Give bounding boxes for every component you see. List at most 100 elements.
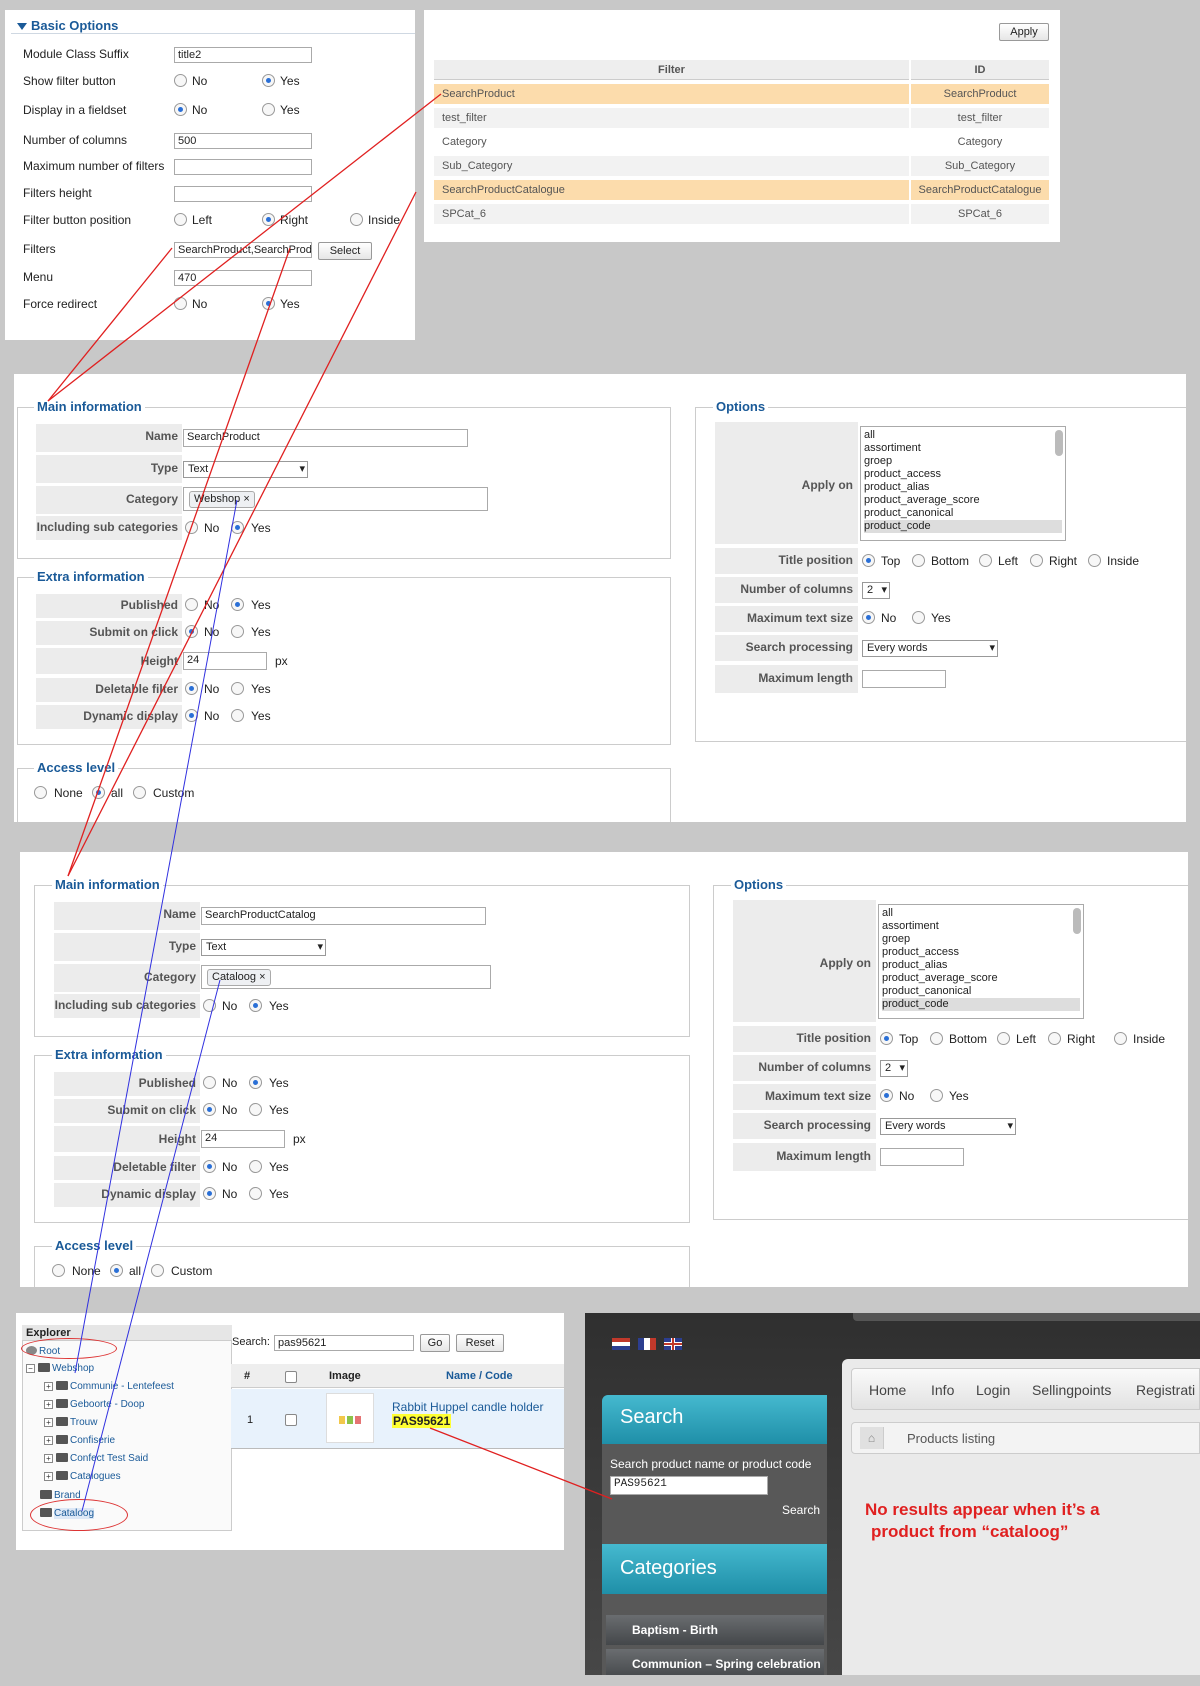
listbox-option-selected[interactable]: product_code [864,520,1062,533]
name-input[interactable]: SearchProductCatalog [201,907,486,925]
english-flag-icon[interactable] [664,1338,682,1350]
including-sub-yes-radio[interactable] [249,999,262,1012]
force-redirect-no-radio[interactable] [174,297,187,310]
listbox-option[interactable]: product_access [882,946,1080,959]
position-left-radio[interactable] [174,213,187,226]
columns-select[interactable]: 2 [862,582,890,599]
french-flag-icon[interactable] [638,1338,656,1350]
listbox-option[interactable]: product_alias [882,959,1080,972]
including-sub-yes-radio[interactable] [231,521,244,534]
access-all-radio[interactable] [92,786,105,799]
go-button[interactable]: Go [420,1334,450,1352]
tree-item[interactable]: + Confect Test Said [44,1453,148,1464]
nav-login[interactable]: Login [976,1382,1010,1398]
title-right-radio[interactable] [1030,554,1043,567]
dutch-flag-icon[interactable] [612,1338,630,1350]
type-select[interactable]: Text [183,461,308,478]
listbox-option[interactable]: product_canonical [882,985,1080,998]
filters-input[interactable]: SearchProduct,SearchProduct [174,242,312,258]
title-top-radio[interactable] [880,1032,893,1045]
listbox-option[interactable]: product_alias [864,481,1062,494]
type-select[interactable]: Text [201,939,326,956]
row-checkbox[interactable] [285,1414,297,1426]
apply-on-listbox[interactable]: all assortiment groep product_access pro… [860,426,1066,541]
expand-icon[interactable]: + [44,1472,53,1481]
maximum-length-input[interactable] [880,1148,964,1166]
search-processing-select[interactable]: Every words [862,640,998,657]
listbox-option[interactable]: all [864,429,1062,442]
title-bottom-radio[interactable] [912,554,925,567]
search-processing-select[interactable]: Every words [880,1118,1016,1135]
title-top-radio[interactable] [862,554,875,567]
filters-height-input[interactable] [174,186,312,202]
listbox-option[interactable]: assortiment [864,442,1062,455]
tree-item[interactable]: + Confiserie [44,1435,115,1446]
dynamic-yes-radio[interactable] [249,1187,262,1200]
nav-home[interactable]: Home [869,1382,906,1398]
filter-cell[interactable]: SPCat_6 [434,204,909,224]
including-sub-no-radio[interactable] [185,521,198,534]
title-inside-radio[interactable] [1088,554,1101,567]
listbox-scrollbar[interactable] [1055,430,1063,456]
show-filter-yes-radio[interactable] [262,74,275,87]
deletable-yes-radio[interactable] [231,682,244,695]
listbox-option[interactable]: product_average_score [882,972,1080,985]
filter-cell[interactable]: Category [434,132,909,152]
apply-on-listbox[interactable]: all assortiment groep product_access pro… [878,904,1084,1019]
module-class-suffix-input[interactable]: title2 [174,47,312,63]
storefront-search-input[interactable]: PAS95621 [610,1476,768,1495]
listbox-option[interactable]: groep [864,455,1062,468]
listbox-option-selected[interactable]: product_code [882,998,1080,1011]
deletable-no-radio[interactable] [203,1160,216,1173]
nav-registration[interactable]: Registrati [1136,1382,1195,1398]
access-custom-radio[interactable] [151,1264,164,1277]
tree-item[interactable]: + Geboorte - Doop [44,1399,145,1410]
display-fieldset-yes-radio[interactable] [262,103,275,116]
select-button[interactable]: Select [318,242,372,260]
col-name-header[interactable]: Name / Code [446,1370,513,1382]
expand-icon[interactable]: + [44,1454,53,1463]
filter-column-header[interactable]: Filter [434,60,909,80]
title-right-radio[interactable] [1048,1032,1061,1045]
tree-webshop[interactable]: − Webshop [26,1363,94,1374]
published-yes-radio[interactable] [249,1076,262,1089]
access-none-radio[interactable] [34,786,47,799]
deletable-no-radio[interactable] [185,682,198,695]
id-cell[interactable]: test_filter [911,108,1049,128]
home-icon[interactable]: ⌂ [860,1427,884,1449]
filter-cell[interactable]: SearchProductCatalogue [434,180,909,200]
apply-button[interactable]: Apply [999,23,1049,41]
reset-button[interactable]: Reset [456,1334,504,1352]
filter-cell[interactable]: Sub_Category [434,156,909,176]
id-cell[interactable]: SPCat_6 [911,204,1049,224]
access-all-radio[interactable] [110,1264,123,1277]
select-all-checkbox[interactable] [285,1371,297,1383]
max-text-no-radio[interactable] [862,611,875,624]
id-cell[interactable]: SearchProductCatalogue [911,180,1049,200]
listbox-option[interactable]: groep [882,933,1080,946]
deletable-yes-radio[interactable] [249,1160,262,1173]
listbox-option[interactable]: all [882,907,1080,920]
force-redirect-yes-radio[interactable] [262,297,275,310]
display-fieldset-no-radio[interactable] [174,103,187,116]
listbox-option[interactable]: product_access [864,468,1062,481]
listbox-scrollbar[interactable] [1073,908,1081,934]
basic-options-header[interactable]: Basic Options [11,16,415,34]
title-bottom-radio[interactable] [930,1032,943,1045]
max-text-yes-radio[interactable] [912,611,925,624]
access-custom-radio[interactable] [133,786,146,799]
published-no-radio[interactable] [185,598,198,611]
position-right-radio[interactable] [262,213,275,226]
id-column-header[interactable]: ID [911,60,1049,80]
id-cell[interactable]: SearchProduct [911,84,1049,104]
dynamic-yes-radio[interactable] [231,709,244,722]
submit-yes-radio[interactable] [249,1103,262,1116]
max-text-yes-radio[interactable] [930,1089,943,1102]
category-chip[interactable]: Webshop × [189,491,255,508]
filter-cell[interactable]: test_filter [434,108,909,128]
maximum-length-input[interactable] [862,670,946,688]
expand-icon[interactable]: + [44,1436,53,1445]
nav-sellingpoints[interactable]: Sellingpoints [1032,1382,1111,1398]
submit-no-radio[interactable] [203,1103,216,1116]
listbox-option[interactable]: product_canonical [864,507,1062,520]
